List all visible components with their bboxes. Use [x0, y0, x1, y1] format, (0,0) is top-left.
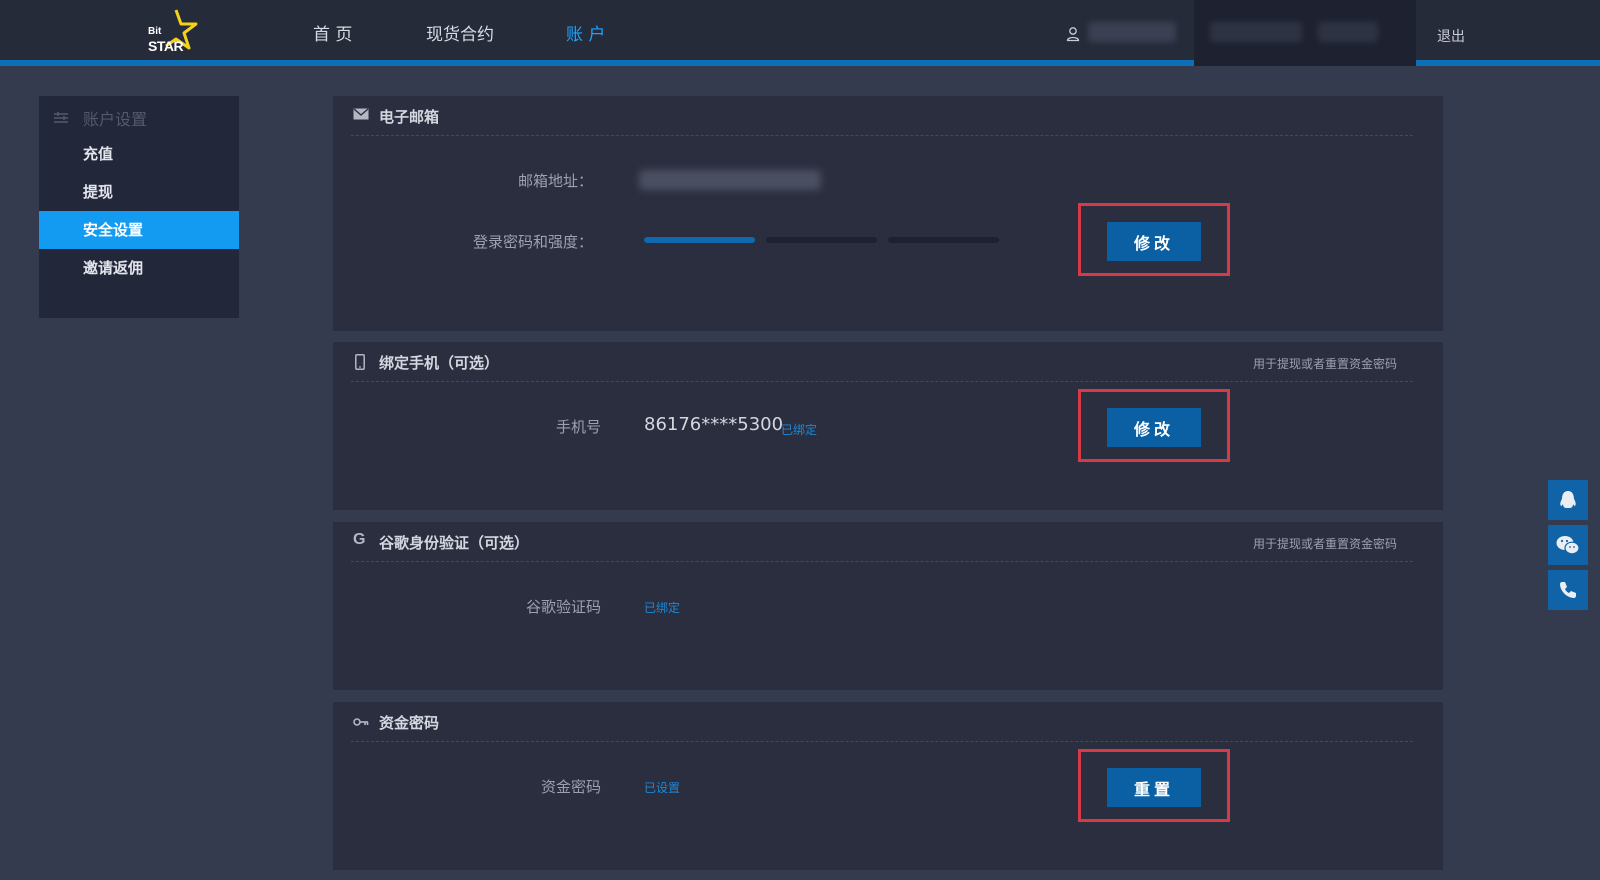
phone-number-value: 86176****5300	[644, 414, 784, 435]
user-icon	[1066, 27, 1080, 42]
modify-password-button[interactable]: 修改	[1107, 222, 1201, 261]
sidebar-heading-label: 账户设置	[83, 110, 148, 129]
sidebar-item-deposit[interactable]: 充值	[39, 135, 239, 173]
phone-card-title: 绑定手机（可选）	[379, 354, 500, 372]
settings-sliders-icon	[54, 112, 68, 123]
account-sidebar: 账户设置 充值 提现 安全设置 邀请返佣	[39, 96, 239, 318]
fund-password-label: 资金密码	[540, 778, 601, 796]
email-address-label: 邮箱地址：	[517, 172, 593, 190]
reset-fund-password-button[interactable]: 重置	[1107, 768, 1201, 807]
fund-password-status: 已设置	[644, 781, 681, 795]
phone-card: 绑定手机（可选） 用于提现或者重置资金密码 手机号 86176****5300 …	[333, 342, 1443, 510]
phone-number-label: 手机号	[555, 418, 601, 436]
google-card-header: G 谷歌身份验证（可选） 用于提现或者重置资金密码	[351, 522, 1413, 562]
bitstar-logo[interactable]: Bit STAR	[146, 8, 208, 58]
strength-bar-3	[888, 237, 999, 243]
mobile-phone-icon	[355, 354, 365, 370]
username-redacted	[1088, 22, 1176, 42]
fund-card-title: 资金密码	[379, 714, 440, 732]
nav-account[interactable]: 账 户	[566, 20, 605, 45]
qq-contact-button[interactable]	[1548, 480, 1588, 520]
phone-contact-button[interactable]	[1548, 570, 1588, 610]
modify-phone-button[interactable]: 修改	[1107, 408, 1201, 447]
password-strength-label: 登录密码和强度：	[472, 233, 593, 251]
logout-link[interactable]: 退出	[1437, 26, 1465, 46]
user-info-panel	[1194, 0, 1416, 66]
google-g-icon: G	[353, 531, 366, 548]
balance-redacted	[1210, 22, 1302, 42]
google-auth-card: G 谷歌身份验证（可选） 用于提现或者重置资金密码 谷歌验证码 已绑定	[333, 522, 1443, 690]
phone-card-hint: 用于提现或者重置资金密码	[1252, 357, 1397, 371]
highlight-frame: 修改	[1078, 389, 1230, 462]
qq-penguin-icon	[1560, 491, 1576, 508]
highlight-frame: 重置	[1078, 749, 1230, 822]
highlight-frame: 修改	[1078, 203, 1230, 276]
wechat-contact-button[interactable]	[1548, 525, 1588, 565]
google-bound-status: 已绑定	[644, 601, 681, 615]
email-card-header: 电子邮箱	[351, 96, 1413, 136]
nav-home[interactable]: 首 页	[313, 20, 352, 45]
envelope-icon	[353, 108, 369, 120]
phone-card-header: 绑定手机（可选） 用于提现或者重置资金密码	[351, 342, 1413, 382]
wechat-icon	[1556, 536, 1580, 555]
fund-card-header: 资金密码	[351, 702, 1413, 742]
email-card: 电子邮箱 邮箱地址： 登录密码和强度： 修改	[333, 96, 1443, 331]
google-card-hint: 用于提现或者重置资金密码	[1252, 537, 1397, 551]
top-navigation-bar: Bit STAR 首 页 现货合约 账 户 退出	[0, 0, 1600, 66]
strength-bar-2	[766, 237, 877, 243]
sidebar-item-referral[interactable]: 邀请返佣	[39, 249, 239, 287]
key-icon	[353, 718, 369, 726]
balance-redacted-2	[1318, 22, 1378, 42]
phone-call-icon	[1560, 582, 1576, 598]
google-card-title: 谷歌身份验证（可选）	[379, 534, 530, 552]
email-address-redacted	[639, 170, 821, 190]
sidebar-item-security[interactable]: 安全设置	[39, 211, 239, 249]
sidebar-heading: 账户设置	[53, 106, 147, 130]
nav-spot-contract[interactable]: 现货合约	[426, 20, 494, 45]
fund-password-card: 资金密码 资金密码 已设置 重置	[333, 702, 1443, 870]
email-card-title: 电子邮箱	[379, 108, 440, 126]
phone-bound-status: 已绑定	[781, 423, 818, 437]
strength-bar-1	[644, 237, 755, 243]
logo-text-small: Bit	[148, 26, 162, 37]
logo-text-big: STAR	[148, 38, 184, 54]
sidebar-item-withdraw[interactable]: 提现	[39, 173, 239, 211]
google-code-label: 谷歌验证码	[525, 598, 601, 616]
